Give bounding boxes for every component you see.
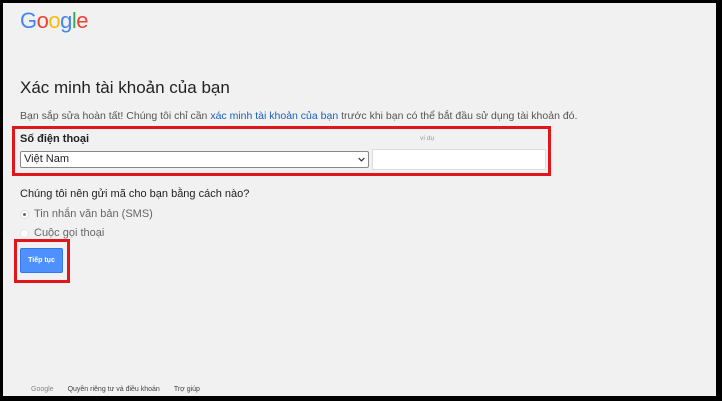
logo-letter: G bbox=[20, 8, 37, 33]
country-select[interactable]: Việt Nam bbox=[20, 151, 369, 168]
radio-sms[interactable] bbox=[20, 209, 29, 219]
page-title: Xác minh tài khoản của bạn bbox=[20, 78, 230, 97]
example-label: ví dụ bbox=[420, 135, 435, 142]
privacy-terms-link[interactable]: Quyền riêng tư và điều khoản bbox=[68, 386, 160, 393]
phone-number-label: Số điện thoại bbox=[20, 133, 90, 145]
logo-letter: o bbox=[48, 8, 61, 33]
radio-label-sms: Tin nhắn văn bản (SMS) bbox=[34, 208, 153, 220]
logo-letter: g bbox=[60, 8, 72, 33]
radio-option-voice-call[interactable]: Cuộc gọi thoại bbox=[20, 227, 104, 239]
logo-letter: e bbox=[76, 8, 89, 33]
radio-option-sms[interactable]: Tin nhắn văn bản (SMS) bbox=[20, 208, 153, 220]
page-frame: Google Xác minh tài khoản của bạn Bạn sắ… bbox=[3, 3, 716, 396]
intro-text-before: Bạn sắp sửa hoàn tất! Chúng tôi chỉ cần bbox=[20, 110, 211, 122]
logo-letter: o bbox=[36, 8, 49, 33]
continue-button[interactable]: Tiếp tục bbox=[20, 248, 63, 273]
footer-brand: Google bbox=[31, 386, 54, 393]
radio-label-voice-call: Cuộc gọi thoại bbox=[34, 227, 105, 239]
method-question: Chúng tôi nên gửi mã cho bạn bằng cách n… bbox=[20, 188, 250, 200]
chevron-down-icon bbox=[358, 157, 365, 162]
verify-account-link[interactable]: xác minh tài khoản của bạn bbox=[210, 110, 338, 122]
google-logo: Google bbox=[20, 8, 89, 34]
phone-number-input[interactable] bbox=[372, 149, 546, 170]
help-link[interactable]: Trợ giúp bbox=[174, 386, 200, 393]
footer: Google Quyền riêng tư và điều khoản Trợ … bbox=[31, 386, 200, 393]
intro-text-after: trước khi bạn có thể bắt đầu sử dụng tài… bbox=[338, 110, 578, 122]
intro-text: Bạn sắp sửa hoàn tất! Chúng tôi chỉ cần … bbox=[20, 110, 577, 122]
radio-voice-call[interactable] bbox=[20, 228, 29, 238]
country-selected-value: Việt Nam bbox=[24, 153, 70, 165]
